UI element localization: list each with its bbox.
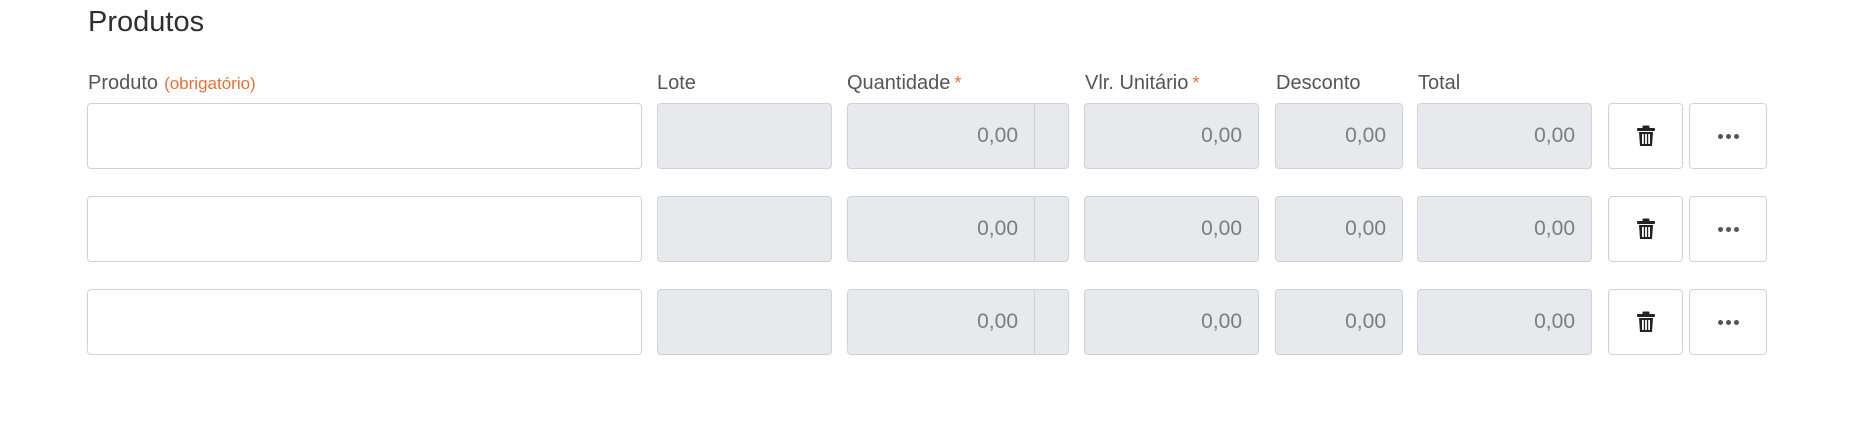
- vlr-unitario-input[interactable]: 0,00: [1084, 196, 1259, 262]
- produto-label-text: Produto: [88, 72, 159, 94]
- total-input: 0,00: [1417, 103, 1592, 169]
- product-row: 0,00 0,00 0,00 0,00: [0, 196, 1858, 266]
- lote-input: [657, 289, 832, 355]
- produto-input[interactable]: [87, 289, 642, 355]
- required-asterisk: *: [1192, 73, 1200, 93]
- quantidade-unit-addon[interactable]: [1034, 104, 1068, 168]
- vlr-unitario-input[interactable]: 0,00: [1084, 103, 1259, 169]
- desconto-input[interactable]: 0,00: [1275, 196, 1403, 262]
- total-value: 0,00: [1534, 124, 1575, 147]
- quantidade-unit-addon[interactable]: [1034, 290, 1068, 354]
- product-row: 0,00 0,00 0,00 0,00: [0, 289, 1858, 359]
- quantidade-input[interactable]: 0,00: [847, 289, 1069, 355]
- more-options-button[interactable]: [1689, 289, 1767, 355]
- produto-input[interactable]: [87, 196, 642, 262]
- quantidade-value: 0,00: [977, 124, 1018, 147]
- more-options-button[interactable]: [1689, 196, 1767, 262]
- desconto-value: 0,00: [1345, 217, 1386, 240]
- lote-input: [657, 196, 832, 262]
- vlr-unitario-value: 0,00: [1201, 124, 1242, 147]
- more-horizontal-icon: [1717, 133, 1739, 139]
- column-label-vlr-unitario: Vlr. Unitário *: [1085, 72, 1199, 95]
- column-label-lote: Lote: [657, 72, 696, 94]
- quantidade-input[interactable]: 0,00: [847, 103, 1069, 169]
- vlr-unitario-input[interactable]: 0,00: [1084, 289, 1259, 355]
- column-label-desconto: Desconto: [1276, 72, 1361, 94]
- lote-input: [657, 103, 832, 169]
- more-horizontal-icon: [1717, 226, 1739, 232]
- vlr-unitario-label-text: Vlr. Unitário: [1085, 72, 1189, 94]
- delete-row-button[interactable]: [1608, 289, 1683, 355]
- quantidade-value: 0,00: [977, 310, 1018, 333]
- trash-icon: [1636, 311, 1655, 332]
- section-title: Produtos: [88, 6, 205, 38]
- desconto-input[interactable]: 0,00: [1275, 103, 1403, 169]
- quantidade-input[interactable]: 0,00: [847, 196, 1069, 262]
- product-row: 0,00 0,00 0,00 0,00: [0, 103, 1858, 173]
- quantidade-unit-addon[interactable]: [1034, 197, 1068, 261]
- column-label-quantidade: Quantidade *: [847, 72, 961, 95]
- desconto-value: 0,00: [1345, 124, 1386, 147]
- desconto-value: 0,00: [1345, 310, 1386, 333]
- total-value: 0,00: [1534, 310, 1575, 333]
- column-label-total: Total: [1418, 72, 1461, 94]
- required-asterisk: *: [954, 73, 962, 93]
- trash-icon: [1636, 125, 1655, 146]
- more-options-button[interactable]: [1689, 103, 1767, 169]
- vlr-unitario-value: 0,00: [1201, 310, 1242, 333]
- trash-icon: [1636, 218, 1655, 239]
- total-value: 0,00: [1534, 217, 1575, 240]
- total-input: 0,00: [1417, 289, 1592, 355]
- total-input: 0,00: [1417, 196, 1592, 262]
- more-horizontal-icon: [1717, 319, 1739, 325]
- delete-row-button[interactable]: [1608, 196, 1683, 262]
- quantidade-label-text: Quantidade: [847, 72, 951, 94]
- delete-row-button[interactable]: [1608, 103, 1683, 169]
- produto-input[interactable]: [87, 103, 642, 169]
- required-note: (obrigatório): [164, 74, 256, 93]
- quantidade-value: 0,00: [977, 217, 1018, 240]
- column-label-produto: Produto (obrigatório): [88, 72, 256, 95]
- desconto-input[interactable]: 0,00: [1275, 289, 1403, 355]
- vlr-unitario-value: 0,00: [1201, 217, 1242, 240]
